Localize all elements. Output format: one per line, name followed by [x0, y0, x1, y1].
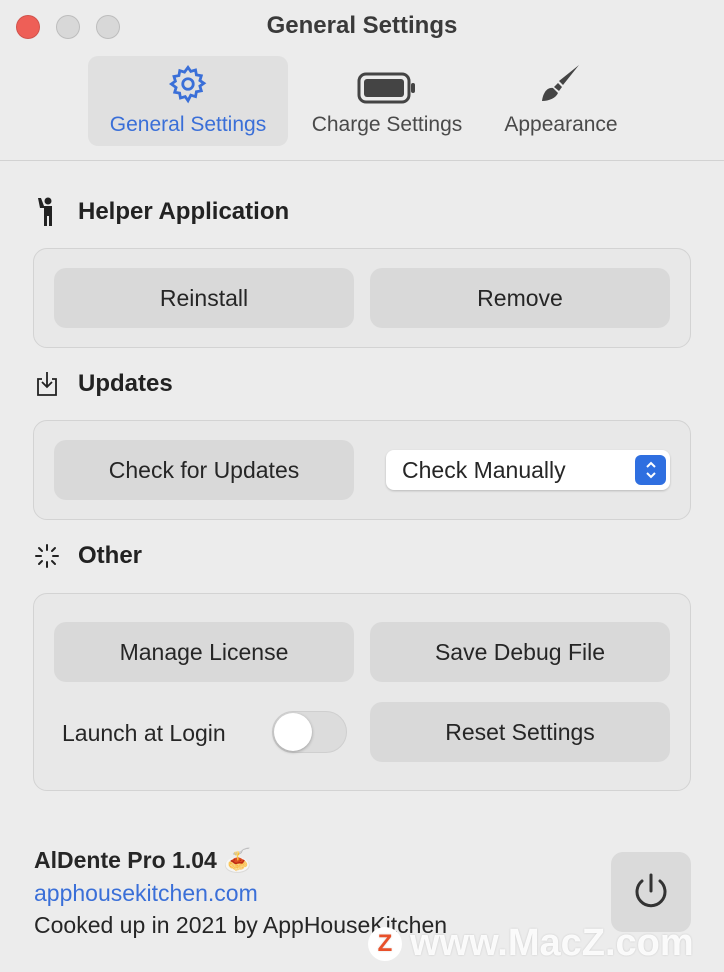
launch-at-login-toggle[interactable]	[272, 711, 347, 753]
spaghetti-icon: 🍝	[223, 847, 252, 873]
reinstall-button[interactable]: Reinstall	[54, 268, 354, 328]
battery-icon	[357, 72, 415, 104]
gear-icon	[168, 64, 207, 104]
tab-label: Appearance	[504, 113, 618, 136]
spinner-icon	[35, 544, 59, 568]
launch-at-login-label: Launch at Login	[62, 720, 226, 746]
section-header-other: Other	[34, 542, 142, 570]
window-title: General Settings	[266, 12, 458, 39]
manage-license-button[interactable]: Manage License	[54, 622, 354, 682]
paintbrush-icon	[542, 65, 579, 101]
toggle-knob	[274, 713, 312, 751]
reset-settings-button[interactable]: Reset Settings	[370, 702, 670, 762]
download-icon	[37, 372, 57, 396]
power-icon	[635, 873, 667, 908]
tab-general-settings[interactable]: General Settings	[88, 56, 288, 146]
update-frequency-select[interactable]: Check Manually	[386, 450, 670, 490]
tab-label: Charge Settings	[311, 113, 463, 136]
check-for-updates-button[interactable]: Check for Updates	[54, 440, 354, 500]
section-header-helper: Helper Application	[34, 196, 289, 228]
app-version: AlDente Pro 1.04 🍝	[34, 847, 252, 873]
remove-button[interactable]: Remove	[370, 268, 670, 328]
tab-appearance[interactable]: Appearance	[488, 56, 634, 146]
person-waving-icon	[38, 197, 52, 226]
save-debug-file-button[interactable]: Save Debug File	[370, 622, 670, 682]
chevron-up-down-icon	[635, 455, 666, 485]
website-link[interactable]: apphousekitchen.com	[34, 880, 258, 907]
watermark: Zwww.MacZ.com	[368, 922, 694, 965]
tab-charge-settings[interactable]: Charge Settings	[296, 56, 478, 146]
tab-label: General Settings	[109, 113, 267, 136]
toolbar-divider	[0, 160, 724, 161]
quit-button[interactable]	[611, 852, 691, 932]
section-header-updates: Updates	[34, 370, 173, 398]
